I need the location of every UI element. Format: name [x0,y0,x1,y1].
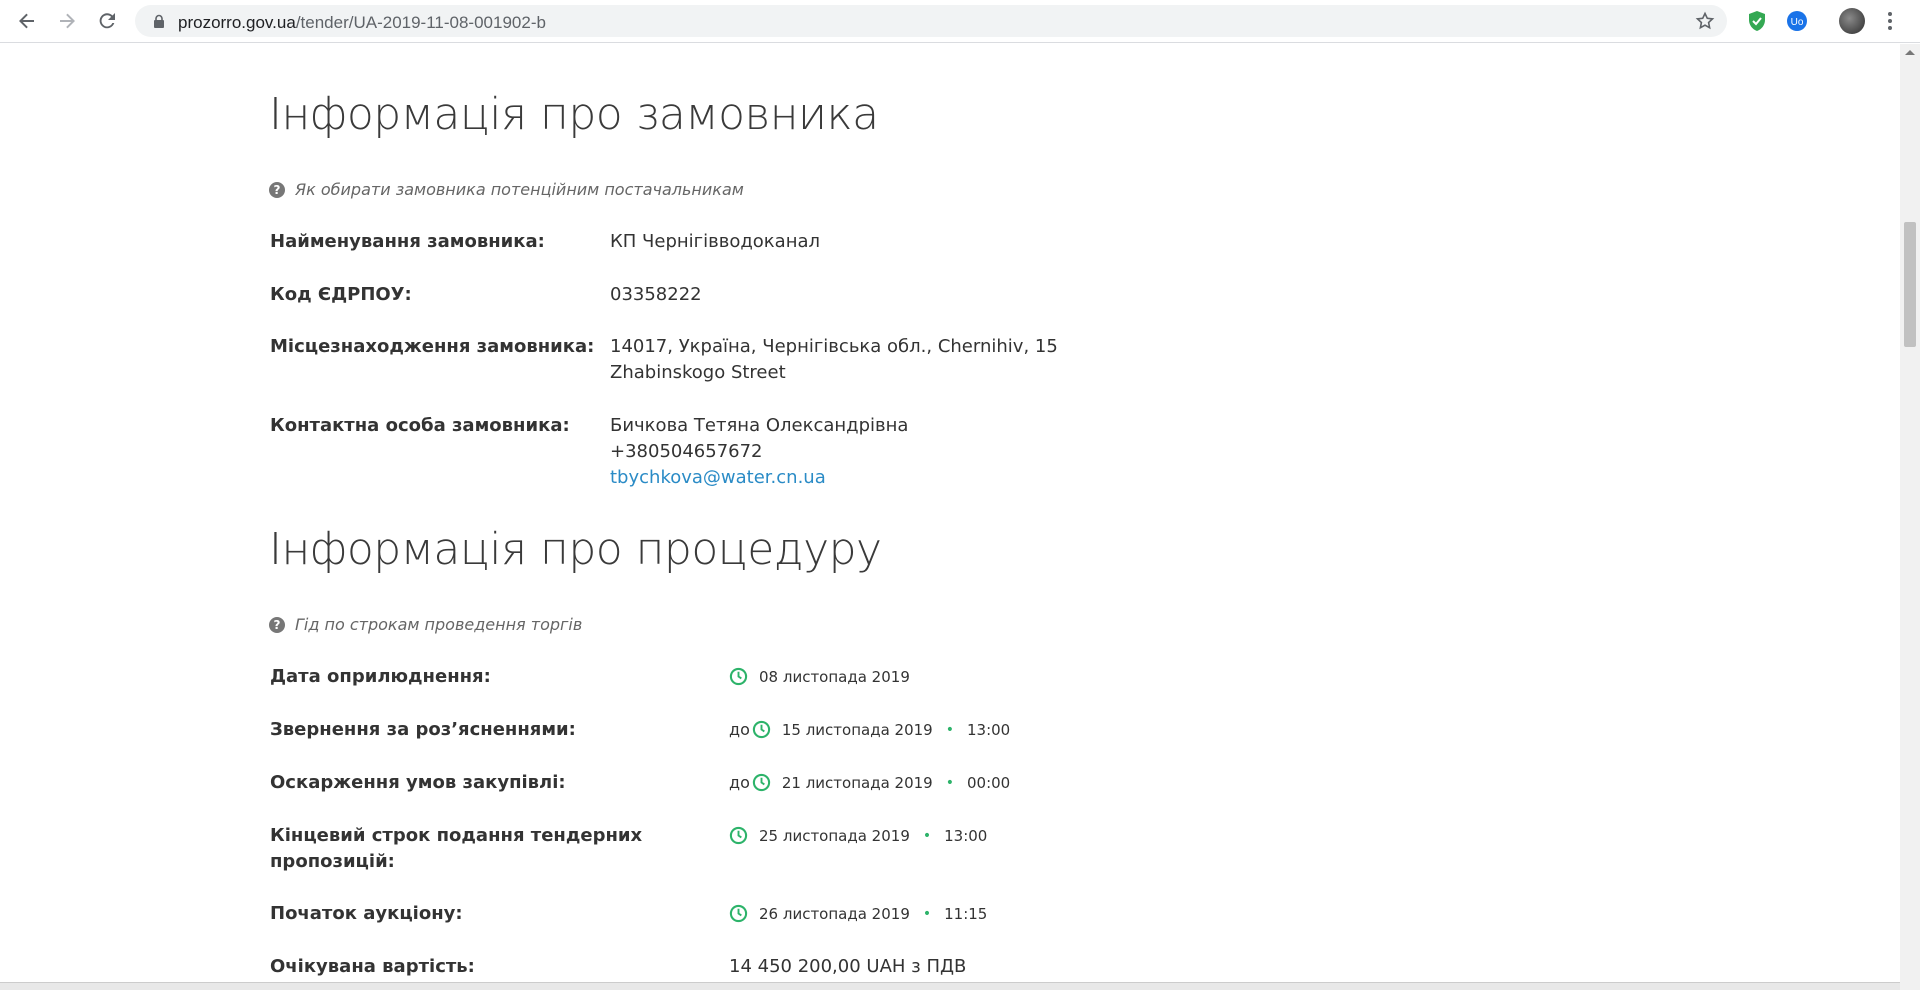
contact-phone: +380504657672 [610,441,763,462]
clarifications-date: 15 листопада 2019 [781,720,933,739]
contact-label: Контактна особа замовника: [270,415,570,436]
address-bar[interactable]: prozorro.gov.ua/tender/UA-2019-11-08-001… [135,5,1727,37]
deadline-prefix: до [729,773,750,792]
auction-start-time: 11:15 [944,904,988,923]
clock-icon [729,667,748,686]
edrpou-label: Код ЄДРПОУ: [270,284,412,305]
location-line-1: 14017, Україна, Чернігівська обл., Chern… [610,336,1058,357]
contact-email-link[interactable]: tbychkova@water.cn.ua [610,467,826,488]
scrollbar-thumb[interactable] [1904,222,1916,347]
expected-value-label: Очікувана вартість: [270,956,475,977]
customer-hint-text: Як обирати замовника потенційним постача… [295,180,744,199]
clarifications-label: Звернення за роз’ясненнями: [270,719,576,740]
separator-dot: • [922,905,932,922]
complaints-time: 00:00 [966,773,1011,792]
submission-deadline-label: Кінцевий строк подання тендерних пропози… [270,823,642,875]
auction-start-value: 26 листопада 2019 • 11:15 [729,904,987,923]
clock-icon [729,826,748,845]
svg-text:Uo: Uo [1791,17,1804,28]
separator-dot: • [945,721,954,738]
clock-icon [752,773,771,792]
location-value: 14017, Україна, Чернігівська обл., Chern… [610,334,1058,386]
profile-avatar[interactable] [1839,8,1865,34]
url-text: prozorro.gov.ua/tender/UA-2019-11-08-001… [178,13,546,32]
submission-deadline-date: 25 листопада 2019 [759,826,910,845]
forward-button[interactable] [54,8,80,34]
submission-deadline-value: 25 листопада 2019 • 13:00 [729,826,987,845]
reload-icon [99,13,115,29]
location-label: Місцезнаходження замовника: [270,336,595,357]
procedure-section-title: Інформація про процедуру [269,524,882,575]
complaints-value: до 21 листопада 2019 • 00:00 [729,773,1010,792]
auction-start-label: Початок аукціону: [270,903,463,924]
question-icon: ? [269,616,285,633]
question-icon: ? [269,181,285,198]
submission-deadline-time: 13:00 [944,826,988,845]
complaints-date: 21 листопада 2019 [781,773,933,792]
deadline-prefix: до [729,720,750,739]
clarifications-time: 13:00 [966,720,1011,739]
published-date-label: Дата оприлюднення: [270,666,491,687]
contact-name: Бичкова Тетяна Олександрівна [610,415,909,436]
customer-hint-link[interactable]: ? Як обирати замовника потенційним поста… [269,180,744,199]
customer-name-label: Найменування замовника: [270,231,545,252]
complaints-label: Оскарження умов закупівлі: [270,772,566,793]
expected-value-amount: 14 450 200,00 UAH з ПДВ [729,956,967,977]
procedure-hint-text: Гід по строкам проведення торгів [295,615,583,634]
reload-button[interactable] [94,8,120,34]
published-date: 08 листопада 2019 [759,667,910,686]
customer-section-title: Інформація про замовника [269,89,879,140]
contact-value: Бичкова Тетяна Олександрівна +3805046576… [610,413,908,491]
separator-dot: • [945,774,954,791]
arrow-right-icon [60,13,75,29]
location-line-2: Zhabinskogo Street [610,362,786,383]
blue-extension-icon[interactable]: Uo [1786,10,1808,32]
page-scrollbar[interactable] [1900,44,1920,990]
browser-toolbar: prozorro.gov.ua/tender/UA-2019-11-08-001… [0,0,1920,43]
clarifications-value: до 15 листопада 2019 • 13:00 [729,720,1010,739]
published-date-value: 08 листопада 2019 [729,667,910,686]
bottom-shelf [0,982,1900,990]
lock-icon [154,14,164,28]
submission-deadline-label-line1: Кінцевий строк подання тендерних [270,825,643,846]
clock-icon [729,904,748,923]
submission-deadline-label-line2: пропозицій: [270,851,395,872]
bookmark-star-icon[interactable] [1695,11,1715,31]
page-content: Інформація про замовника ? Як обирати за… [0,44,1900,990]
edrpou-value: 03358222 [610,284,702,305]
clock-icon [752,720,771,739]
scroll-up-arrow-icon[interactable] [1905,50,1915,55]
procedure-hint-link[interactable]: ? Гід по строкам проведення торгів [269,615,582,634]
back-button[interactable] [14,8,40,34]
customer-name-value: КП Чернігівводоканал [610,231,820,252]
more-menu-icon[interactable] [1885,9,1895,33]
separator-dot: • [922,827,932,844]
shield-extension-icon[interactable] [1746,10,1768,32]
auction-start-date: 26 листопада 2019 [759,904,910,923]
arrow-left-icon [19,13,34,29]
